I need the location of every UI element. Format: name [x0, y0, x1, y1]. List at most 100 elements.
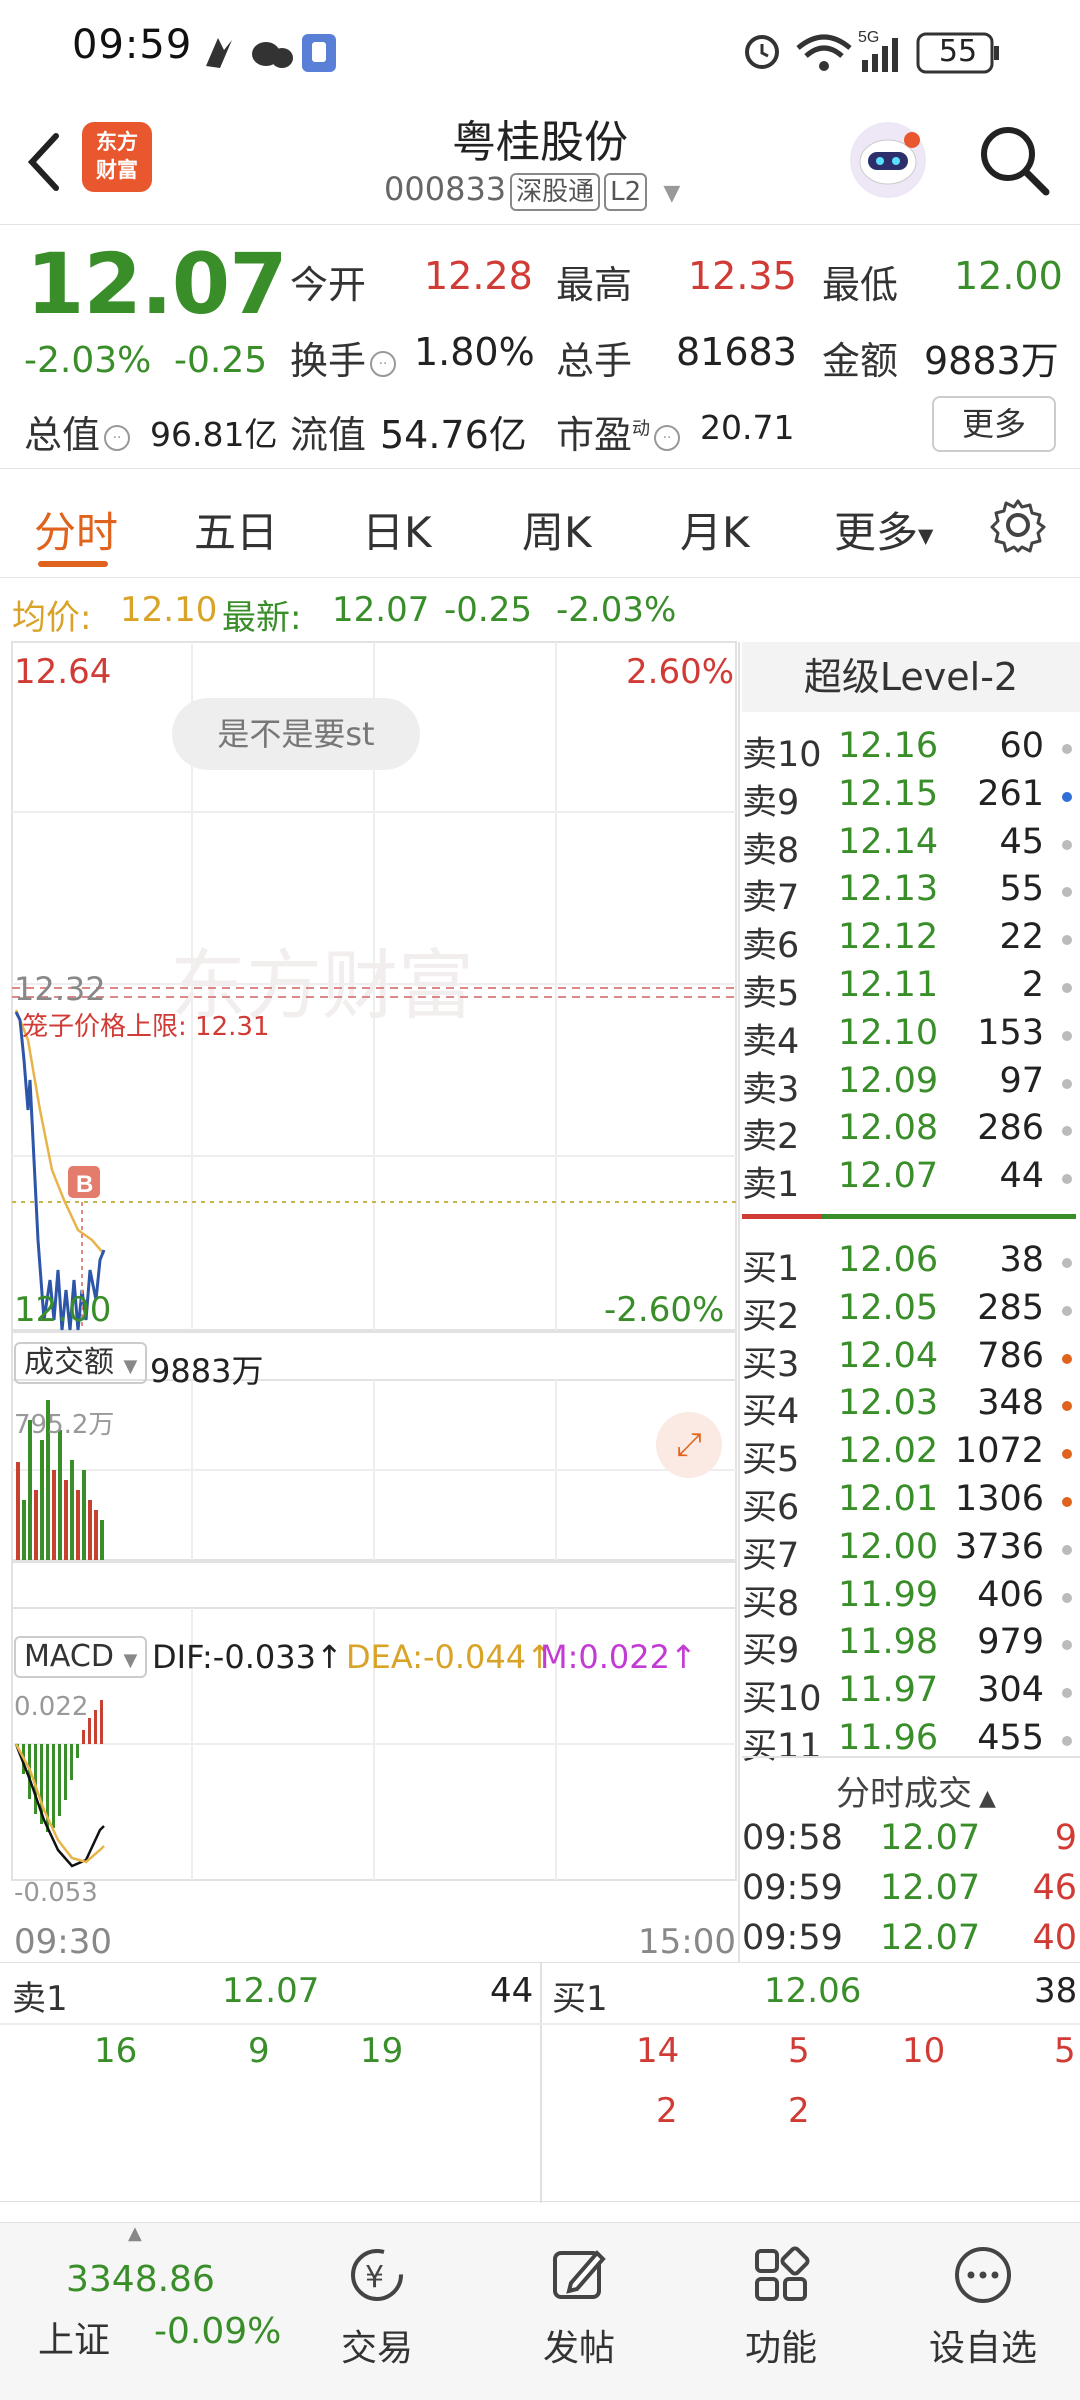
tab-monthly-k[interactable]: 月K — [680, 499, 750, 560]
bid-price: 11.97 — [838, 1670, 939, 1711]
stock-header: 东方 财富 粤桂股份 000833 深股通 L2 ▼ — [0, 100, 1080, 225]
trade-row[interactable]: 09:58 12.07 9 — [742, 1818, 1077, 1866]
ask-row[interactable]: 卖5 12.11 2 — [742, 965, 1072, 1014]
info-icon[interactable]: ·· — [370, 350, 397, 377]
trade-row[interactable]: 09:59 12.07 46 — [742, 1868, 1077, 1916]
chevron-down-icon: ▼ — [123, 1356, 138, 1377]
ask-row[interactable]: 卖8 12.14 45 — [742, 821, 1072, 871]
ask-volume: 2 — [1021, 965, 1044, 1005]
bid-row[interactable]: 买2 12.05 285 — [742, 1287, 1072, 1337]
float-label: 流值 — [290, 413, 367, 457]
chevron-up-icon[interactable]: ▲ — [128, 2223, 142, 2244]
bid-row[interactable]: 买5 12.02 1072 — [742, 1431, 1072, 1480]
nav-add-watchlist[interactable]: 设自选 — [908, 2243, 1058, 2371]
nav-trade[interactable]: ¥ 交易 — [302, 2243, 452, 2371]
nav-post-label: 发帖 — [542, 2328, 615, 2369]
bid-queue-item: 2 — [788, 2091, 810, 2131]
volume-total: 9883万 — [150, 1352, 264, 1390]
tab-intraday[interactable]: 分时 — [34, 499, 118, 560]
info-icon[interactable]: ·· — [104, 424, 131, 451]
grid-functions-icon — [755, 2246, 810, 2301]
chevron-down-icon: ▼ — [663, 181, 681, 206]
ask-row[interactable]: 卖3 12.09 97 — [742, 1060, 1072, 1110]
bid-row[interactable]: 买7 12.00 3736 — [742, 1527, 1072, 1576]
bid-row[interactable]: 买10 11.97 304 — [742, 1670, 1072, 1719]
last-price: 12.07 — [26, 235, 288, 333]
settings-gear-icon[interactable] — [990, 497, 1046, 553]
bid-row[interactable]: 买4 12.03 348 — [742, 1383, 1072, 1432]
ask-level-label: 卖9 — [742, 782, 800, 823]
bid-price: 12.05 — [838, 1287, 939, 1328]
nav-functions[interactable]: 功能 — [706, 2243, 856, 2371]
avg-label: 均价: — [12, 598, 92, 638]
expand-icon[interactable]: ⤢ — [656, 1412, 722, 1478]
macd-selector[interactable]: MACD ▼ — [14, 1636, 148, 1678]
avg-price-line — [14, 1009, 105, 1255]
dea-value: DEA:-0.044↑ — [346, 1638, 553, 1676]
bid-row[interactable]: 买1 12.06 38 — [742, 1240, 1072, 1289]
index-name[interactable]: 上证 — [38, 2311, 110, 2363]
ask-volume: 153 — [977, 1012, 1044, 1053]
trade-price: 12.07 — [880, 1918, 981, 1958]
index-change[interactable]: -0.09% — [154, 2311, 281, 2352]
ask-price: 12.14 — [838, 821, 939, 862]
ask-row[interactable]: 卖9 12.15 261 — [742, 774, 1072, 823]
comment-bubble[interactable]: 是不是要st — [172, 698, 420, 770]
ask-row[interactable]: 卖10 12.16 60 — [742, 726, 1072, 775]
bid-queue-item: 10 — [902, 2031, 946, 2071]
bid-price: 11.99 — [838, 1574, 939, 1615]
search-icon[interactable] — [976, 122, 1052, 198]
ask-price: 12.09 — [838, 1060, 939, 1101]
ask-row[interactable]: 卖1 12.07 44 — [742, 1156, 1072, 1205]
bid-row[interactable]: 买3 12.04 786 — [742, 1336, 1072, 1385]
trade-row[interactable]: 09:59 12.07 40 — [742, 1918, 1077, 1966]
bid-level-label: 买11 — [742, 1727, 822, 1767]
volume-max-label: 795.2万 — [14, 1410, 115, 1440]
chart-tabs: 分时 五日 日K 周K 月K 更多▼ — [0, 468, 1080, 578]
time-end: 15:00 — [638, 1922, 736, 1962]
bid-level-label: 买7 — [742, 1535, 800, 1576]
nav-post[interactable]: 发帖 — [504, 2243, 654, 2371]
bid-marker-dot — [1062, 1640, 1072, 1651]
high-label: 最高 — [556, 263, 633, 307]
open-label: 今开 — [290, 263, 367, 307]
ask-price: 12.13 — [838, 869, 939, 910]
cage-limit-label: 笼子价格上限: 12.31 — [22, 1012, 270, 1042]
high-value: 12.35 — [688, 254, 797, 298]
ask-row[interactable]: 卖4 12.10 153 — [742, 1012, 1072, 1062]
bid-row[interactable]: 买8 11.99 406 — [742, 1574, 1072, 1624]
tab-daily-k[interactable]: 日K — [362, 499, 432, 560]
strip-bid-price: 12.06 — [764, 1971, 862, 2011]
chevron-down-icon: ▼ — [123, 1650, 138, 1671]
edit-post-icon — [553, 2250, 606, 2299]
ask-row[interactable]: 卖7 12.13 55 — [742, 869, 1072, 918]
bid-marker-dot — [1062, 1592, 1072, 1603]
ask-price: 12.16 — [838, 726, 939, 766]
ask-row[interactable]: 卖2 12.08 286 — [742, 1108, 1072, 1157]
robot-assistant-icon[interactable] — [846, 118, 930, 202]
ask-marker-dot — [1062, 1030, 1072, 1041]
ask-queue-item: 19 — [360, 2031, 404, 2071]
tab-5day[interactable]: 五日 — [194, 499, 278, 560]
bid-row[interactable]: 买6 12.01 1306 — [742, 1479, 1072, 1528]
bid-row[interactable]: 买9 11.98 979 — [742, 1622, 1072, 1671]
volume-selector[interactable]: 成交额 ▼ — [14, 1342, 148, 1384]
ask-marker-dot — [1062, 1174, 1072, 1185]
index-value[interactable]: 3348.86 — [66, 2259, 215, 2300]
tab-more[interactable]: 更多▼ — [834, 499, 933, 560]
status-time: 09:59 — [72, 22, 193, 68]
ask-bid-ratio-green — [822, 1214, 1076, 1219]
info-icon[interactable]: ·· — [654, 424, 681, 451]
more-button[interactable]: 更多 — [932, 396, 1056, 452]
ask-queue-item: 16 — [94, 2031, 138, 2071]
bid-volume: 455 — [977, 1718, 1044, 1758]
tab-weekly-k[interactable]: 周K — [522, 499, 592, 560]
order-book-title[interactable]: 超级Level-2 — [742, 642, 1080, 712]
ask-marker-dot — [1062, 935, 1072, 946]
tag-level: L2 — [604, 173, 648, 211]
trades-title[interactable]: 分时成交 ▲ — [836, 1766, 996, 1815]
ask-row[interactable]: 卖6 12.12 22 — [742, 917, 1072, 966]
more-dots-icon — [955, 2247, 1011, 2303]
stock-code-row[interactable]: 000833 深股通 L2 ▼ — [384, 170, 680, 211]
bid-marker-dot — [1062, 1401, 1072, 1412]
